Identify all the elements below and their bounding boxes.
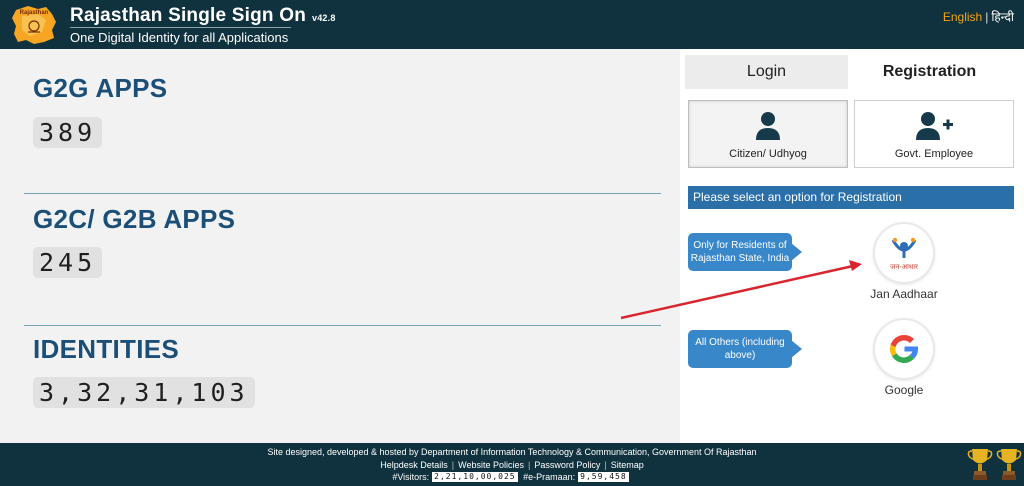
stat-title-g2g: G2G APPS: [33, 73, 168, 103]
footer-counters: #Visitors: 2,21,10,00,025 #e-Pramaan: 9,59…: [0, 472, 1024, 482]
google-label: Google: [884, 383, 924, 397]
lang-separator: |: [985, 10, 989, 24]
link-separator: |: [451, 460, 455, 470]
govt-employee-label: Govt. Employee: [894, 148, 974, 160]
app-title-text: Rajasthan Single Sign On: [70, 5, 307, 26]
link-separator: |: [604, 460, 607, 470]
trophy-icon: [996, 449, 1022, 480]
auth-panel: Login Registration Citizen/ Udhyog Govt.…: [680, 49, 1024, 443]
visitors-label: #Visitors:: [392, 472, 430, 482]
stat-title-g2c: G2C/ G2B APPS: [33, 204, 236, 234]
all-others-callout: All Others (including above): [688, 330, 802, 368]
stat-counter-g2g: 389: [33, 117, 103, 148]
award-trophies: [966, 445, 1022, 485]
google-option[interactable]: Google: [854, 320, 954, 397]
website-policies-link[interactable]: Website Policies: [458, 460, 524, 470]
language-switcher: English | हिन्दी: [943, 8, 1014, 25]
link-separator: |: [528, 460, 531, 470]
stats-divider: [24, 193, 661, 194]
tab-registration[interactable]: Registration: [848, 55, 1011, 89]
footer-credits: Site designed, developed & hosted by Dep…: [267, 447, 757, 457]
stat-title-identities: IDENTITIES: [33, 334, 180, 364]
lang-hindi-link[interactable]: हिन्दी: [991, 10, 1014, 24]
title-underline: [70, 27, 291, 28]
trophy-icon: [967, 449, 993, 480]
logo-text: Rajasthan: [20, 10, 49, 16]
visitors-count: 2,21,10,00,025: [432, 472, 518, 482]
stat-counter-identities: 3,32,31,103: [33, 377, 255, 408]
lang-english-link[interactable]: English: [943, 10, 982, 24]
citizen-udhyog-option[interactable]: Citizen/ Udhyog: [688, 100, 848, 168]
rajasthan-logo[interactable]: Rajasthan: [8, 4, 60, 46]
citizen-udhyog-label: Citizen/ Udhyog: [729, 148, 807, 160]
jan-aadhaar-logo-icon: जन-आधार: [875, 224, 933, 282]
app-version: v42.8: [312, 13, 336, 23]
password-policy-link[interactable]: Password Policy: [534, 460, 600, 470]
jan-aadhaar-logo-text: जन-आधार: [890, 263, 918, 271]
tab-login[interactable]: Login: [685, 55, 848, 89]
stat-counter-g2c: 245: [33, 247, 103, 278]
app-subtitle: One Digital Identity for all Application…: [70, 30, 289, 45]
stats-divider: [24, 325, 661, 326]
sitemap-link[interactable]: Sitemap: [611, 460, 644, 470]
app-title: Rajasthan Single Sign On v42.8: [70, 5, 336, 27]
registration-banner: Please select an option for Registration: [688, 186, 1014, 209]
epramaan-count: 9,59,458: [578, 472, 629, 482]
footer-links: Helpdesk Details | Website Policies | Passwo…: [0, 460, 1024, 470]
footer: Site designed, developed & hosted by Dep…: [0, 443, 1024, 486]
residents-callout: Only for Residents of Rajasthan State, I…: [688, 233, 802, 271]
stats-panel: G2G APPS 389 G2C/ G2B APPS 245 IDENTITIE…: [0, 49, 680, 443]
govt-employee-option[interactable]: Govt. Employee: [854, 100, 1014, 168]
jan-aadhaar-label: Jan Aadhaar: [870, 287, 938, 301]
helpdesk-details-link[interactable]: Helpdesk Details: [380, 460, 448, 470]
google-logo-icon: [875, 320, 933, 378]
user-plus-icon: [914, 111, 954, 146]
header-bar: Rajasthan Rajasthan Single Sign On v42.8 …: [0, 0, 1024, 49]
user-icon: [755, 111, 781, 146]
epramaan-label: #e-Pramaan:: [523, 472, 576, 482]
jan-aadhaar-option[interactable]: जन-आधार Jan Aadhaar: [854, 224, 954, 301]
